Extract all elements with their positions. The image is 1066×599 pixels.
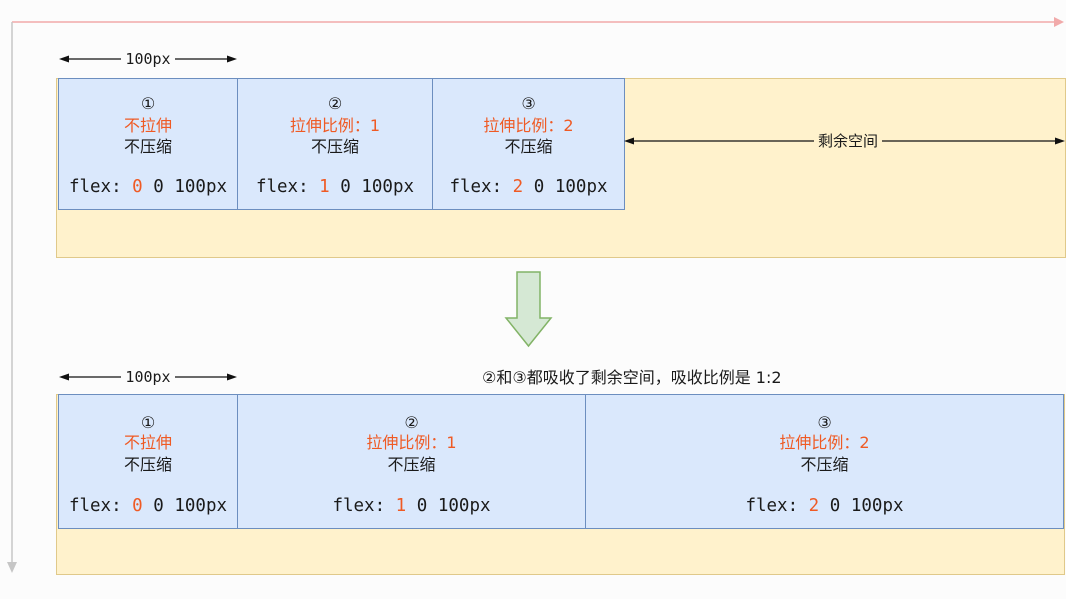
item-shrink-label: 不压缩 <box>123 137 172 156</box>
item-shrink-label: 不压缩 <box>123 455 172 474</box>
free-space-label: 剩余空间 <box>814 131 882 151</box>
after-item-2: ② 拉伸比例：1 不压缩 flex: 1 0 100px <box>237 394 586 529</box>
item-flex-declaration: flex: 0 0 100px <box>59 177 237 197</box>
flex-basis-value: 100px <box>361 177 415 197</box>
item-shrink-label: 不压缩 <box>310 137 359 156</box>
cross-axis-arrow <box>7 22 17 573</box>
main-axis-arrowhead-icon <box>1054 17 1064 27</box>
item-grow-label: 拉伸比例：1 <box>366 433 457 452</box>
flex-shrink-value: 0 <box>153 177 164 197</box>
flex-property-name: flex: <box>68 177 122 197</box>
item-flex-declaration: flex: 2 0 100px <box>433 177 624 197</box>
down-arrow-icon <box>504 271 553 348</box>
flex-shrink-value: 0 <box>829 496 841 516</box>
flex-property-name: flex: <box>255 177 309 197</box>
item-shrink-label: 不压缩 <box>800 455 849 474</box>
cross-axis-arrowhead-icon <box>7 562 17 573</box>
item-index: ① <box>140 413 156 432</box>
item-grow-label: 不拉伸 <box>123 433 172 452</box>
item-grow-label: 拉伸比例：2 <box>779 433 870 452</box>
flex-basis-value: 100px <box>174 496 228 516</box>
item-index: ③ <box>521 94 536 113</box>
flex-shrink-value: 0 <box>533 177 545 197</box>
item-flex-declaration: flex: 0 0 100px <box>59 496 237 516</box>
arrowhead-right-icon <box>227 55 237 63</box>
before-item-3: ③ 拉伸比例：2 不压缩 flex: 2 0 100px <box>432 78 625 210</box>
flex-grow-value: 1 <box>319 177 330 197</box>
flex-property-name: flex: <box>68 496 122 516</box>
flex-basis-value: 100px <box>850 496 904 516</box>
flex-property-name: flex: <box>449 177 503 197</box>
item-grow-label: 不拉伸 <box>123 116 172 135</box>
before-item-1: ① 不拉伸 不压缩 flex: 0 0 100px <box>58 78 238 210</box>
item-index: ① <box>140 94 156 113</box>
item-shrink-label: 不压缩 <box>504 137 553 156</box>
flex-shrink-value: 0 <box>416 496 428 516</box>
after-item-1: ① 不拉伸 不压缩 flex: 0 0 100px <box>58 394 238 529</box>
arrowhead-left-icon <box>59 55 69 63</box>
main-axis-arrow <box>12 17 1064 27</box>
flex-shrink-value: 0 <box>340 177 351 197</box>
flex-basis-value: 100px <box>437 496 491 516</box>
arrowhead-right-icon <box>227 373 237 381</box>
item-flex-declaration: flex: 1 0 100px <box>238 177 432 197</box>
item-index: ② <box>404 413 419 432</box>
item-index: ③ <box>817 413 832 432</box>
before-width-marker-label: 100px <box>121 50 175 68</box>
item-grow-label: 拉伸比例：1 <box>289 116 381 135</box>
item-grow-label: 拉伸比例：2 <box>483 116 574 135</box>
flex-basis-value: 100px <box>554 177 608 197</box>
after-width-marker-label: 100px <box>121 368 175 386</box>
after-caption: ②和③都吸收了剩余空间，吸收比例是 1:2 <box>482 368 782 387</box>
flex-grow-value: 0 <box>132 177 143 197</box>
item-flex-declaration: flex: 1 0 100px <box>238 496 585 516</box>
flex-property-name: flex: <box>332 496 386 516</box>
item-index: ② <box>327 94 343 113</box>
flex-grow-diagram: ① 不拉伸 不压缩 flex: 0 0 100px ② 拉伸比例：1 不压缩 f… <box>0 0 1066 599</box>
before-item-2: ② 拉伸比例：1 不压缩 flex: 1 0 100px <box>237 78 433 210</box>
flex-grow-value: 2 <box>808 496 820 516</box>
flex-grow-value: 1 <box>395 496 407 516</box>
flex-grow-value: 0 <box>132 496 143 516</box>
flex-property-name: flex: <box>745 496 799 516</box>
after-item-3: ③ 拉伸比例：2 不压缩 flex: 2 0 100px <box>585 394 1064 529</box>
flex-basis-value: 100px <box>174 177 228 197</box>
flex-grow-value: 2 <box>512 177 524 197</box>
arrowhead-left-icon <box>59 373 69 381</box>
item-flex-declaration: flex: 2 0 100px <box>586 496 1063 516</box>
item-shrink-label: 不压缩 <box>387 455 436 474</box>
flex-shrink-value: 0 <box>153 496 164 516</box>
